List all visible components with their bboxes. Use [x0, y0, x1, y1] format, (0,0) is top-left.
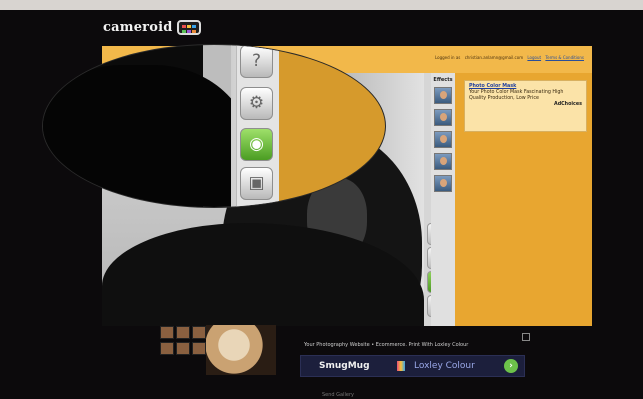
logo-badge-icon	[176, 20, 201, 35]
login-status: Logged in as christian.anlamn@gmail.com …	[435, 55, 584, 60]
ad-body: Your Photo Color Mask Fascinating High Q…	[469, 90, 564, 101]
multi-shot-icon[interactable]: ▣	[240, 167, 273, 200]
footer-link[interactable]: Send Gallery	[322, 392, 354, 398]
camera-icon[interactable]: ◉	[240, 128, 273, 161]
logo-text: cameroid	[103, 20, 173, 35]
ad-info-icon[interactable]	[522, 333, 530, 341]
cameroid-logo[interactable]: cameroid	[103, 20, 201, 35]
ad-choices[interactable]: AdChoices	[469, 102, 582, 108]
sidebar-ad[interactable]: Photo Color Mask Your Photo Color Mask F…	[464, 80, 587, 132]
effects-panel: Effects	[431, 73, 455, 326]
promo-photo[interactable]	[206, 325, 276, 375]
loxley-label: Loxley Colour	[414, 361, 475, 371]
page: cameroid Logged in as christian.anlamn@g…	[0, 0, 643, 399]
gallery-thumbnails-icon[interactable]	[160, 326, 208, 372]
effect-thumbnail[interactable]	[434, 153, 452, 170]
lens-toolbar: ? ⚙ ◉ ▣	[236, 45, 279, 207]
page-top-band	[0, 0, 643, 10]
smugmug-logo: SmugMug	[319, 361, 370, 371]
settings-icon[interactable]: ⚙	[240, 87, 273, 120]
effect-thumbnail[interactable]	[434, 87, 452, 104]
login-prefix: Logged in as	[434, 55, 461, 60]
terms-link[interactable]: Terms & Conditions	[545, 55, 584, 60]
go-arrow-button[interactable]: ›	[504, 359, 518, 373]
effect-thumbnail[interactable]	[434, 175, 452, 192]
effect-thumbnail[interactable]	[434, 131, 452, 148]
effect-thumbnail[interactable]	[434, 109, 452, 126]
banner-ad[interactable]: SmugMug Loxley Colour ›	[300, 355, 525, 377]
login-email: christian.anlamn@gmail.com	[464, 55, 524, 60]
banner-ad-text[interactable]: Your Photography Website • Ecommerce. Pr…	[304, 342, 468, 348]
loxley-logo-icon	[397, 361, 405, 371]
lens-gold-area	[277, 45, 385, 207]
magnifier-lens: ? ⚙ ◉ ▣	[42, 44, 386, 208]
logout-link[interactable]: Logout	[527, 55, 541, 60]
effects-label: Effects	[433, 77, 453, 83]
help-icon[interactable]: ?	[240, 45, 273, 78]
